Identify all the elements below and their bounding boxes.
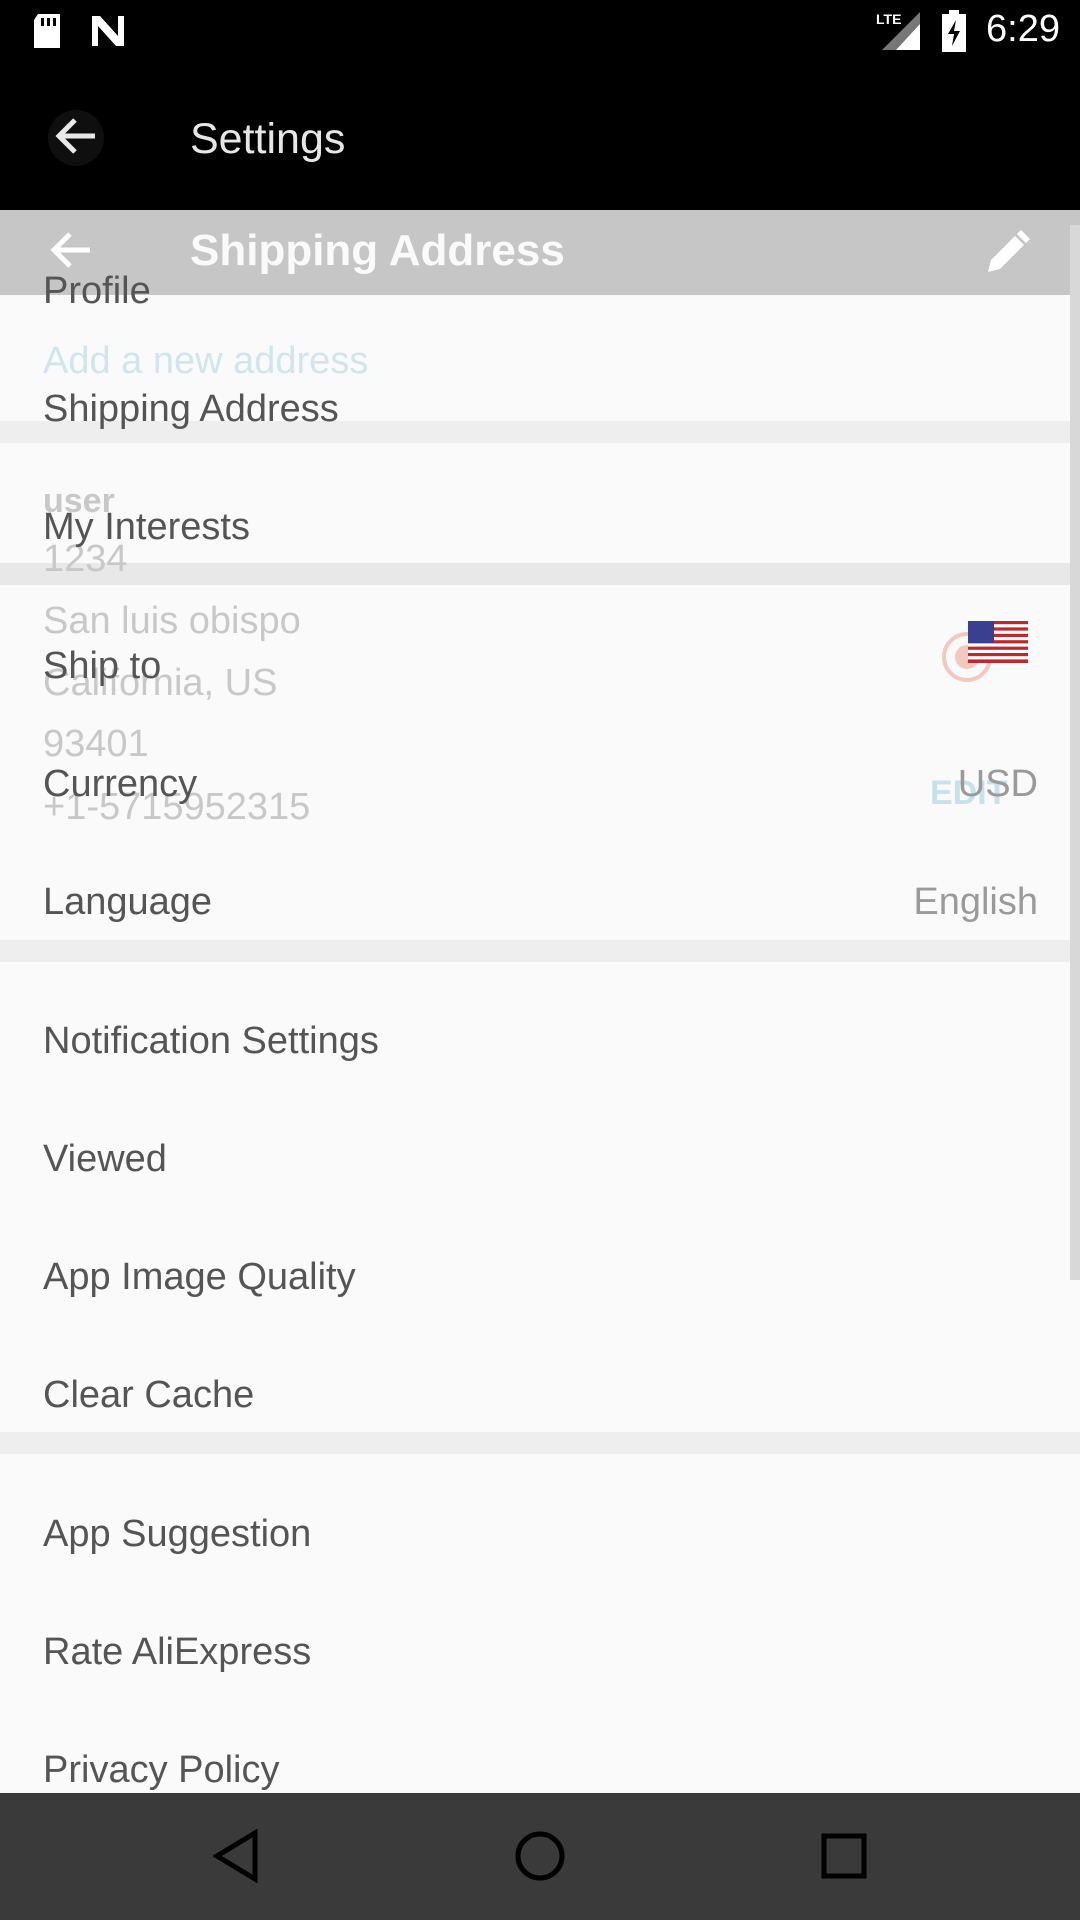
toolbar: Settings xyxy=(0,63,1080,210)
settings-row-shipping-address[interactable]: Shipping Address xyxy=(0,350,1080,468)
scrollbar[interactable] xyxy=(1070,225,1080,1280)
settings-row-privacy-policy[interactable]: Privacy Policy xyxy=(0,1711,1080,1793)
nav-home-button[interactable] xyxy=(505,1823,575,1893)
row-label: App Suggestion xyxy=(43,1513,312,1555)
nav-recents-button[interactable] xyxy=(809,1823,879,1893)
sd-card-icon xyxy=(30,12,64,55)
page-title: Settings xyxy=(190,115,346,163)
row-label: Clear Cache xyxy=(43,1374,255,1416)
status-bar: LTE 6:29 xyxy=(0,0,1080,63)
settings-row-currency[interactable]: Currency USD xyxy=(0,725,1080,843)
settings-row-my-interests[interactable]: My Interests xyxy=(0,468,1080,586)
settings-row-notification-settings[interactable]: Notification Settings xyxy=(0,982,1080,1100)
nav-home-circle-icon xyxy=(513,1829,567,1888)
row-label: Rate AliExpress xyxy=(43,1631,312,1673)
settings-row-viewed[interactable]: Viewed xyxy=(0,1100,1080,1218)
nav-recents-square-icon xyxy=(819,1831,869,1886)
row-label: Language xyxy=(43,881,213,923)
notification-n-icon xyxy=(88,12,128,55)
settings-row-rate-aliexpress[interactable]: Rate AliExpress xyxy=(0,1593,1080,1711)
row-label: My Interests xyxy=(43,506,250,548)
row-label: Profile xyxy=(43,270,151,312)
row-label: Shipping Address xyxy=(43,388,339,430)
nav-back-triangle-icon xyxy=(211,1828,261,1888)
nav-back-button[interactable] xyxy=(201,1823,271,1893)
battery-charging-icon xyxy=(940,10,968,59)
row-label: Notification Settings xyxy=(43,1020,379,1062)
lte-signal-icon: LTE xyxy=(876,10,922,57)
settings-row-profile[interactable]: Profile xyxy=(0,232,1080,350)
settings-row-clear-cache[interactable]: Clear Cache xyxy=(0,1336,1080,1454)
arrow-back-icon xyxy=(53,116,99,161)
row-label: App Image Quality xyxy=(43,1256,356,1298)
currency-value: USD xyxy=(957,763,1038,805)
row-label: Privacy Policy xyxy=(43,1749,280,1791)
row-label: Currency xyxy=(43,763,198,805)
svg-text:LTE: LTE xyxy=(876,11,901,27)
row-label: Ship to xyxy=(43,645,162,687)
language-value: English xyxy=(913,881,1038,923)
row-label: Viewed xyxy=(43,1138,167,1180)
settings-row-app-image-quality[interactable]: App Image Quality xyxy=(0,1218,1080,1336)
navigation-bar xyxy=(0,1793,1080,1920)
us-flag-icon xyxy=(968,621,1028,668)
back-button[interactable] xyxy=(48,110,104,166)
settings-row-app-suggestion[interactable]: App Suggestion xyxy=(0,1475,1080,1593)
settings-row-ship-to[interactable]: Ship to xyxy=(0,607,1080,725)
status-time: 6:29 xyxy=(986,8,1060,50)
settings-row-language[interactable]: Language English xyxy=(0,843,1080,961)
